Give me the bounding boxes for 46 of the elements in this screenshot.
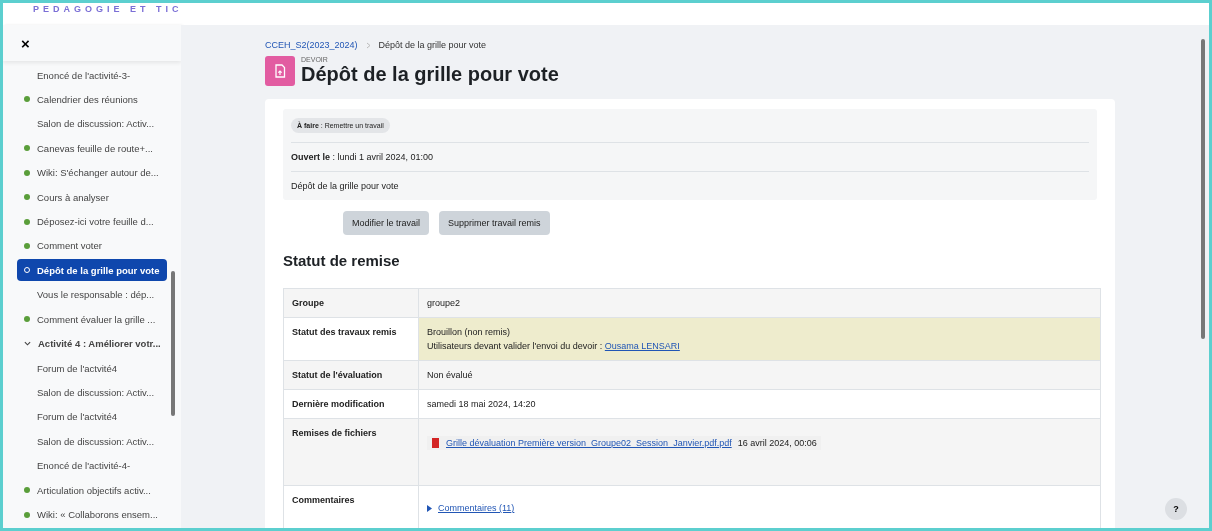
activity-item[interactable]: Canevas feuille de route+...	[17, 137, 167, 160]
table-cell-text: samedi 18 mai 2024, 14:20	[427, 399, 537, 409]
section-item[interactable]: Activité 4 : Améliorer votr...	[17, 332, 167, 355]
section-heading: Statut de remise	[283, 252, 401, 269]
breadcrumb-text: Dépôt de la grille pour vote	[378, 40, 487, 50]
close-button[interactable]: ×	[21, 34, 30, 52]
activity-item[interactable]: Forum de l'actvité4	[17, 405, 167, 428]
breadcrumb-link[interactable]: CCEH_S2(2023_2024)	[265, 40, 358, 50]
row-label: Statut des travaux remis	[284, 318, 419, 360]
table-cell-text: Utilisateurs devant valider l'envoi du devoir : Ousama LENSARI	[427, 341, 681, 351]
comments-link[interactable]: Commentaires (11)	[438, 503, 515, 513]
user-link[interactable]: Ousama LENSARI	[604, 341, 680, 351]
activity-item[interactable]: Salon de discussion: Activ...	[17, 112, 167, 135]
scrollbar-thumb[interactable]	[1201, 39, 1205, 339]
opened-date: Ouvert le : lundi 1 avril 2024, 01:00	[291, 152, 434, 162]
table-cell-text: Non évalué	[427, 370, 474, 380]
activity-item[interactable]: Calendrier des réunions	[17, 88, 167, 111]
action-button[interactable]: Supprimer travail remis	[439, 211, 550, 235]
activity-item[interactable]: Wiki: « Collaborons ensem...	[17, 503, 167, 526]
activity-item[interactable]: Articulation objectifs activ...	[17, 479, 167, 502]
caret-right-icon	[427, 504, 432, 512]
site-logo[interactable]: PEDAGOGIE ET TIC	[33, 3, 183, 15]
file-link[interactable]: Grille dévaluation Première version_Groupe02_Session_Janvier.pdf.pdf	[446, 438, 732, 448]
table-cell-text: Brouillon (non remis)	[427, 327, 512, 337]
table-cell-text: groupe2	[427, 298, 462, 308]
activity-item[interactable]: Enoncé de l'activité-4-	[17, 454, 167, 477]
activity-item[interactable]: Dépôt de la grille pour vote	[17, 259, 167, 282]
activity-item[interactable]: Comment évaluer la grille ...	[17, 308, 167, 331]
activity-item[interactable]: Enoncé de l'activité-3-	[17, 64, 167, 87]
action-button[interactable]: Modifier le travail	[343, 211, 430, 235]
activity-item[interactable]: Déposez-ici votre feuille d...	[17, 210, 167, 233]
activity-item[interactable]: Cours à analyser	[17, 186, 167, 209]
pdf-file-icon	[431, 438, 440, 448]
file-date: 16 avril 2024, 00:06	[737, 438, 817, 448]
description: Dépôt de la grille pour vote	[291, 181, 399, 191]
activity-item[interactable]: Vous le responsable : dép...	[17, 283, 167, 306]
activity-item[interactable]: Forum de l'actvité4	[17, 357, 167, 380]
activity-item[interactable]: Salon de discussion: Activ...	[17, 430, 167, 453]
activity-item[interactable]: Wiki: S'échanger autour de...	[17, 161, 167, 184]
assignment-icon	[265, 56, 295, 86]
activity-item[interactable]: Salon de discussion: Activ...	[17, 381, 167, 404]
page-title: Dépôt de la grille pour vote	[301, 63, 559, 86]
help-button[interactable]: ?	[1165, 498, 1187, 520]
activity-item[interactable]: Comment voter	[17, 234, 167, 257]
chevron-right-icon	[365, 41, 371, 49]
scrollbar-thumb[interactable]	[171, 271, 175, 416]
